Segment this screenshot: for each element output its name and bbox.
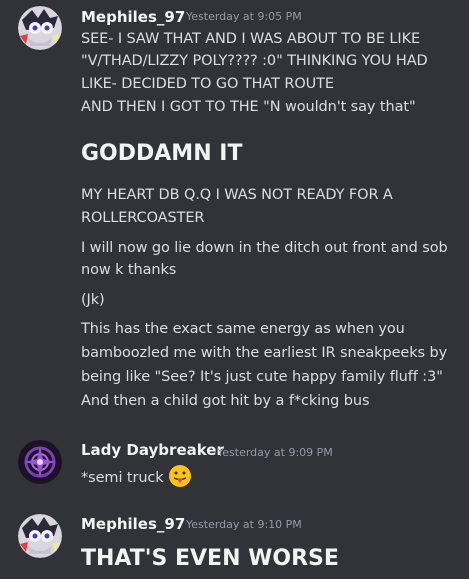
mephiles-avatar-icon [18,514,62,558]
message-heading: THAT'S EVEN WORSE [81,546,339,571]
username[interactable]: Mephiles_97 [81,515,185,533]
avatar[interactable] [18,514,62,558]
message-group: Mephiles_97 Yesterday at 9:10 PM THAT'S … [0,0,469,579]
timestamp: Yesterday at 9:10 PM [186,518,302,531]
